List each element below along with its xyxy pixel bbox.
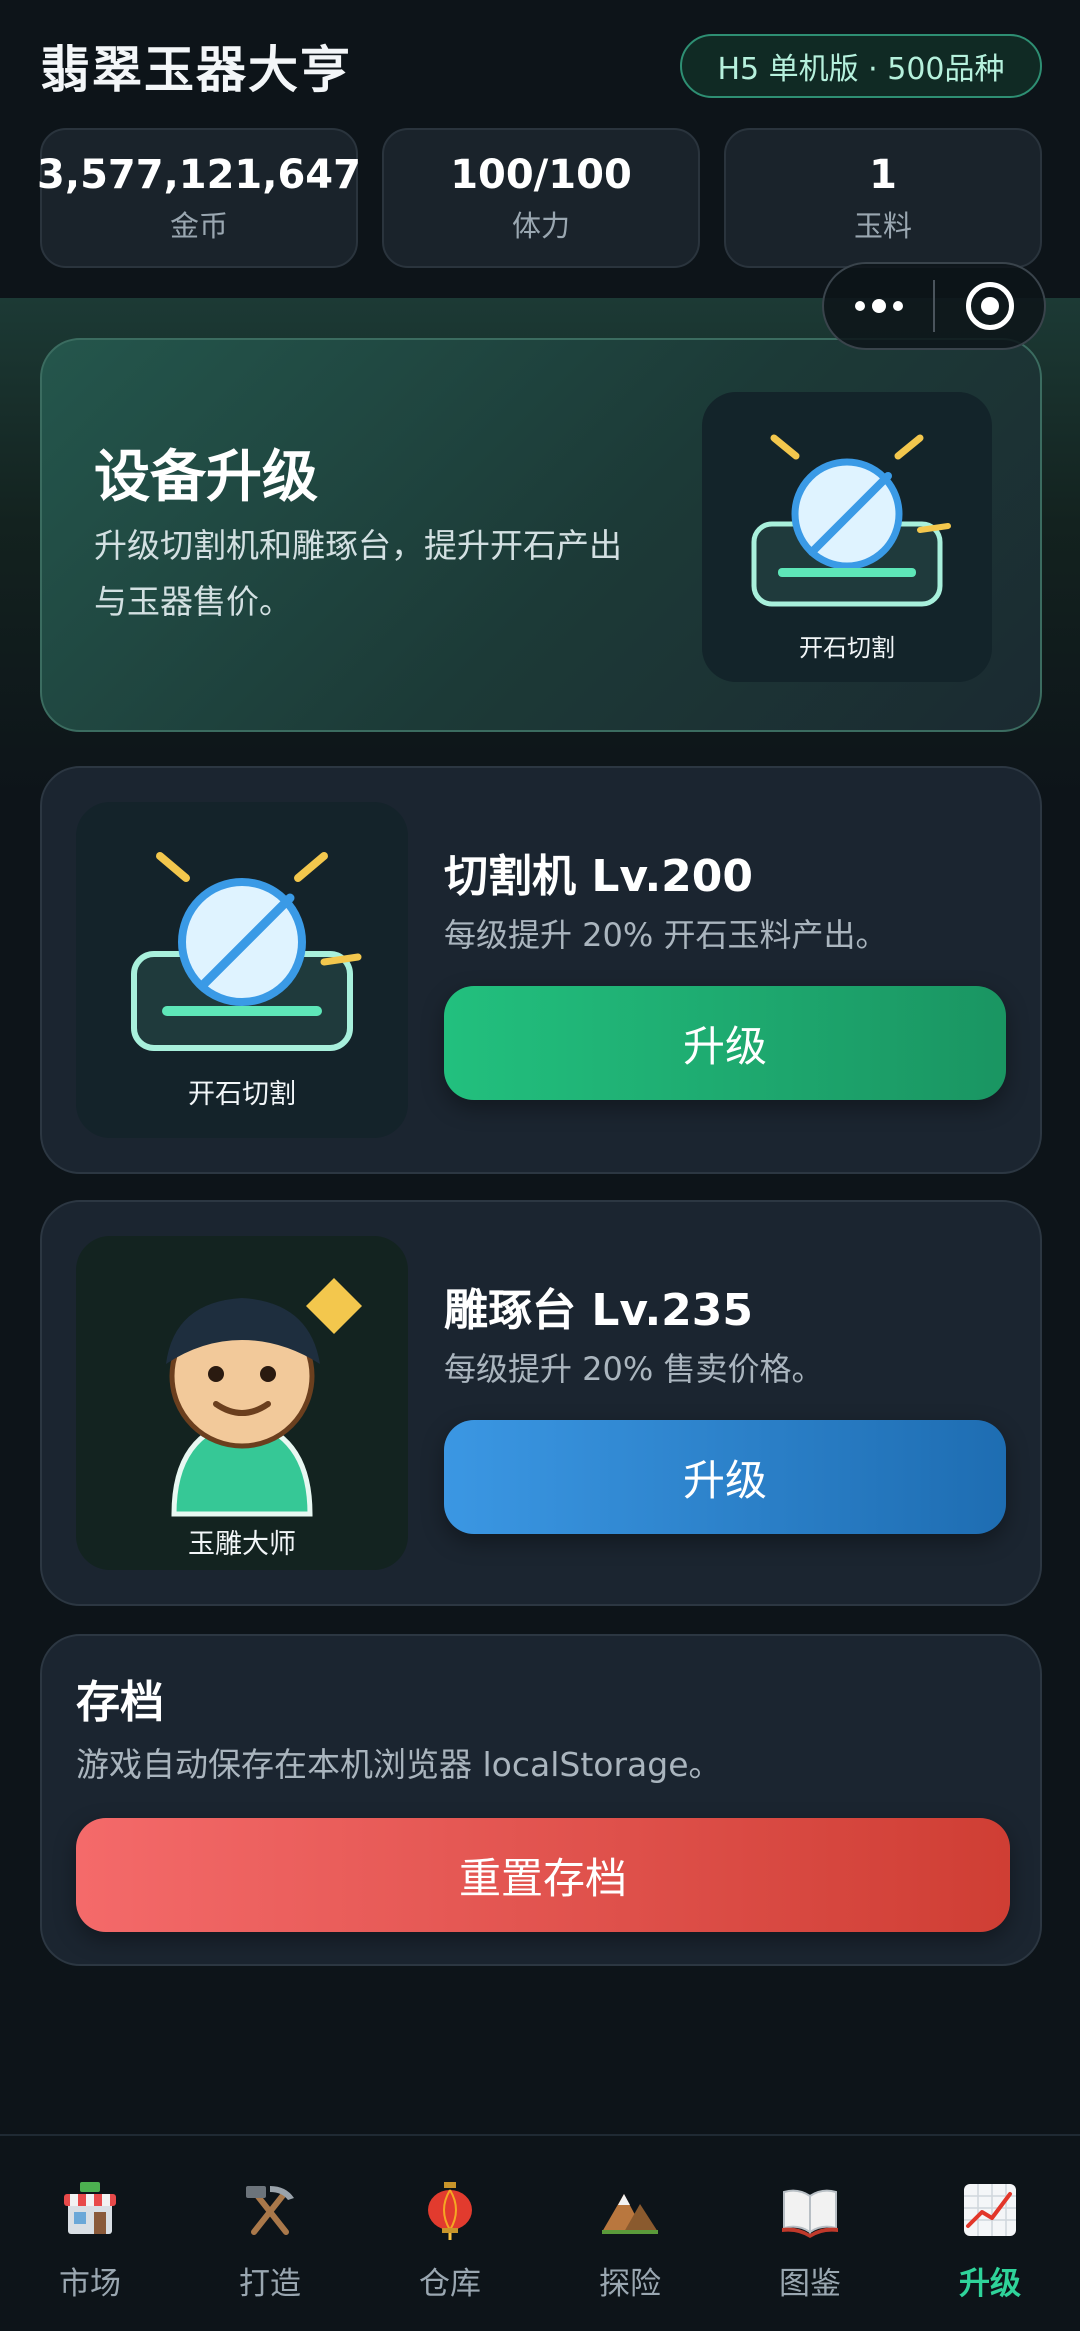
mountain-icon: [602, 2194, 658, 2234]
tab-explore-label: 探险: [599, 2266, 661, 2302]
carver-card: 玉雕大师 雕琢台 Lv.235 每级提升 20% 售卖价格。 升级: [40, 1200, 1042, 1606]
carver-description: 每级提升 20% 售卖价格。: [444, 1350, 824, 1388]
hero-title: 设备升级: [94, 445, 318, 510]
lantern-icon: [428, 2182, 472, 2240]
stat-stamina: 100/100 体力: [382, 128, 700, 268]
stat-coins: 3,577,121,647 金币: [37, 128, 361, 268]
stat-jade-value: 1: [869, 152, 897, 198]
stat-coins-value: 3,577,121,647: [37, 152, 361, 198]
stat-jade-label: 玉料: [853, 209, 912, 243]
save-description: 游戏自动保存在本机浏览器 localStorage。: [76, 1745, 722, 1784]
tab-market[interactable]: 市场: [0, 2136, 180, 2331]
tab-catalog-label: 图鉴: [779, 2266, 841, 2302]
open-book-icon: [782, 2189, 838, 2238]
chart-up-icon: [964, 2184, 1016, 2236]
carver-tile: 玉雕大师: [76, 1236, 408, 1570]
close-target-icon[interactable]: [935, 264, 1044, 348]
upgrade-cutter-button[interactable]: 升级: [444, 986, 1006, 1100]
tab-explore[interactable]: 探险: [540, 2136, 720, 2331]
stat-coins-label: 金币: [169, 209, 228, 243]
tab-warehouse-label: 仓库: [419, 2266, 481, 2302]
tab-market-label: 市场: [59, 2266, 121, 2302]
hero-description: 升级切割机和雕琢台，提升开石产出与玉器售价。: [94, 526, 622, 621]
hammer-pick-icon: [246, 2186, 294, 2235]
more-options-icon[interactable]: [824, 264, 933, 348]
stat-jade-material: 1 玉料: [724, 128, 1042, 268]
cutter-tile-caption: 开石切割: [188, 1079, 296, 1110]
save-card: 存档 游戏自动保存在本机浏览器 localStorage。 重置存档: [40, 1634, 1042, 1966]
cutter-tile: 开石切割: [76, 802, 408, 1138]
tab-catalog[interactable]: 图鉴: [720, 2136, 900, 2331]
version-badge: H5 单机版 · 500品种: [680, 34, 1042, 98]
miniprogram-capsule: [822, 262, 1046, 350]
save-title: 存档: [76, 1677, 164, 1728]
cutter-title: 切割机 Lv.200: [444, 851, 754, 902]
stat-stamina-label: 体力: [511, 209, 570, 243]
tab-craft-label: 打造: [239, 2266, 301, 2302]
app-title: 翡翠玉器大亨: [40, 41, 352, 99]
hero-cutter-tile: 开石切割: [702, 392, 992, 682]
tab-warehouse[interactable]: 仓库: [360, 2136, 540, 2331]
hero-banner: 设备升级 升级切割机和雕琢台，提升开石产出与玉器售价。 开石切割: [40, 338, 1042, 732]
carver-title: 雕琢台 Lv.235: [444, 1285, 754, 1336]
carver-tile-caption: 玉雕大师: [188, 1529, 296, 1560]
cutter-card: 开石切割 切割机 Lv.200 每级提升 20% 开石玉料产出。 升级: [40, 766, 1042, 1174]
tab-upgrade-label: 升级: [959, 2266, 1021, 2302]
stat-stamina-value: 100/100: [450, 152, 632, 198]
upgrade-carver-button[interactable]: 升级: [444, 1420, 1006, 1534]
tab-upgrade[interactable]: 升级: [900, 2136, 1080, 2331]
jade-master-icon: [166, 1278, 362, 1517]
market-stall-icon: [64, 2182, 116, 2234]
reset-save-button[interactable]: 重置存档: [76, 1818, 1010, 1932]
cutter-description: 每级提升 20% 开石玉料产出。: [444, 916, 888, 954]
hero-tile-caption: 开石切割: [799, 634, 895, 662]
bottom-tab-bar: 市场 打造 仓库 探险 图鉴 升级: [0, 2134, 1080, 2331]
tab-craft[interactable]: 打造: [180, 2136, 360, 2331]
